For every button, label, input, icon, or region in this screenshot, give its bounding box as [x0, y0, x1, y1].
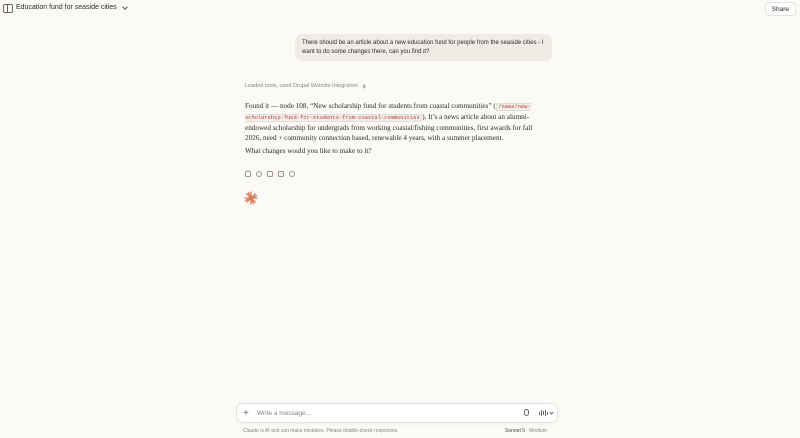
top-bar: Education fund for seaside cities Share	[0, 0, 800, 18]
reply-actions	[245, 171, 295, 177]
copy-icon[interactable]	[245, 171, 251, 177]
tools-used-label: Loaded tools, used Drupal Website Integr…	[245, 83, 359, 89]
disclaimer: Claude is AI and can make mistakes. Plea…	[243, 428, 399, 434]
regenerate-icon[interactable]	[256, 171, 262, 177]
assistant-reply: Found it — node 108, “New scholarship fu…	[245, 101, 535, 159]
message-input[interactable]	[257, 408, 497, 419]
claude-spark-icon	[244, 191, 258, 205]
retry-icon[interactable]	[289, 171, 295, 177]
reply-paragraph-1: Found it — node 108, “New scholarship fu…	[245, 101, 535, 143]
conversation-title-menu[interactable]: Education fund for seaside cities	[16, 3, 128, 11]
microphone-icon[interactable]	[524, 409, 529, 416]
message-composer: +	[236, 403, 558, 423]
model-name: Sonnet 5	[505, 428, 526, 434]
thumbs-down-icon[interactable]	[278, 171, 284, 177]
chevron-down-icon	[121, 3, 128, 10]
user-message: There should be an article about a new e…	[295, 34, 552, 61]
reply-text: Found it — node 108, “New scholarship fu…	[245, 102, 496, 110]
tools-used-toggle[interactable]: Loaded tools, used Drupal Website Integr…	[245, 83, 366, 89]
model-selector[interactable]: Sonnet 5 Medium	[505, 428, 547, 434]
plus-icon[interactable]: +	[243, 408, 249, 419]
conversation-title: Education fund for seaside cities	[16, 4, 117, 11]
chevron-right-icon	[361, 83, 366, 89]
model-level: Medium	[529, 428, 547, 434]
thumbs-up-icon[interactable]	[267, 171, 273, 177]
share-button[interactable]: Share	[764, 2, 796, 16]
chevron-down-icon[interactable]	[549, 410, 554, 415]
sidebar-toggle-icon[interactable]	[3, 4, 13, 13]
voice-mode-icon[interactable]	[539, 410, 548, 416]
reply-paragraph-2: What changes would you like to make to i…	[245, 147, 372, 155]
